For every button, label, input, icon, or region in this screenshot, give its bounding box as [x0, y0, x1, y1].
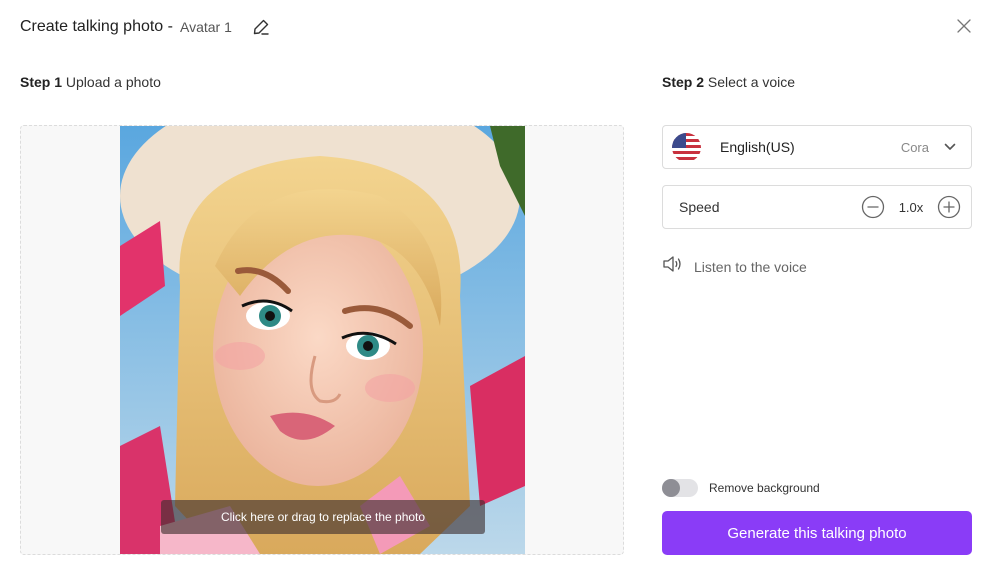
listen-voice-label: Listen to the voice [694, 258, 807, 275]
voice-language: English(US) [720, 139, 795, 155]
dialog-title: Create talking photo - [20, 18, 173, 35]
voice-select-dropdown[interactable]: English(US) Cora [662, 125, 972, 169]
speaker-icon [662, 254, 684, 279]
plus-circle-icon[interactable] [937, 195, 961, 219]
close-icon[interactable] [953, 15, 975, 37]
replace-photo-hint[interactable]: Click here or drag to replace the photo [161, 500, 485, 534]
pencil-icon[interactable] [250, 16, 272, 38]
remove-background-toggle[interactable] [662, 479, 698, 497]
avatar-photo [120, 126, 525, 554]
toggle-knob [662, 479, 680, 497]
avatar-name: Avatar 1 [179, 19, 232, 35]
remove-background-option: Remove background [662, 479, 820, 497]
chevron-down-icon [943, 140, 957, 154]
step1-number: Step 1 [20, 74, 63, 90]
speed-stepper: 1.0x [861, 195, 961, 219]
step2-label: Select a voice [707, 74, 796, 90]
listen-voice-button[interactable]: Listen to the voice [662, 254, 807, 279]
speed-value: 1.0x [898, 199, 924, 215]
minus-circle-icon[interactable] [861, 195, 885, 219]
step1-label: Upload a photo [65, 74, 161, 90]
speed-label: Speed [679, 199, 720, 215]
dialog-header: Create talking photo - Avatar 1 [20, 14, 272, 40]
step2-heading: Step 2 Select a voice [662, 74, 795, 90]
step1-heading: Step 1 Upload a photo [20, 74, 161, 90]
generate-button[interactable]: Generate this talking photo [662, 511, 972, 555]
voice-name: Cora [900, 139, 929, 155]
speed-control: Speed 1.0x [662, 185, 972, 229]
photo-upload-area[interactable]: Click here or drag to replace the photo [20, 125, 624, 555]
step2-number: Step 2 [662, 74, 705, 90]
remove-background-label: Remove background [709, 481, 820, 495]
us-flag-icon [672, 132, 701, 162]
